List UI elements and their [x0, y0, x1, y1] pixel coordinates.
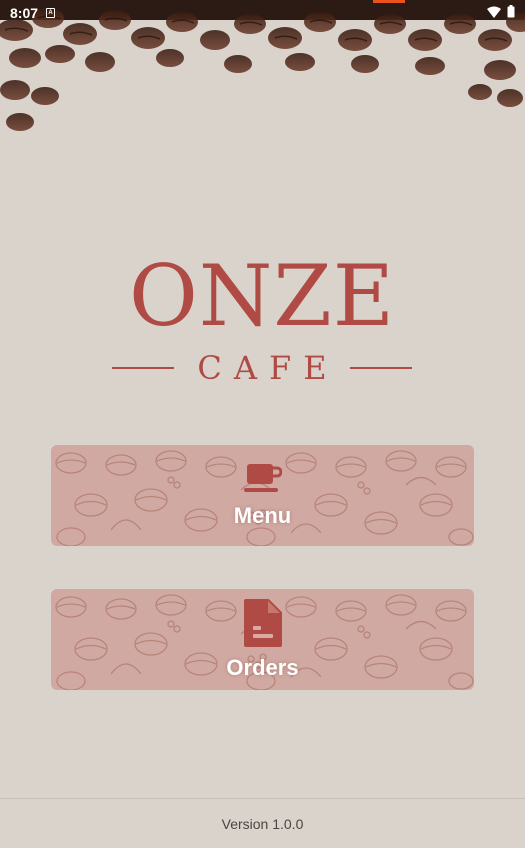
- logo-divider-left: [112, 367, 174, 369]
- menu-card-content: Menu: [51, 445, 474, 546]
- status-time: 8:07: [10, 5, 39, 21]
- wifi-icon: [487, 5, 501, 21]
- cup-icon: [243, 462, 282, 501]
- logo-sub-row: CAFE: [112, 349, 412, 387]
- menu-label: Menu: [233, 503, 292, 528]
- menu-button[interactable]: Menu: [51, 445, 474, 546]
- status-indicator: [373, 0, 405, 3]
- orders-card-content: Orders: [51, 589, 474, 690]
- logo-sub-text: CAFE: [197, 349, 339, 387]
- battery-icon: [507, 5, 515, 21]
- logo-main-text: ONZE: [128, 247, 396, 345]
- status-bar: 8:07 A: [0, 0, 525, 26]
- a-icon: A: [46, 8, 56, 18]
- onze-cafe-logo: ONZE CAFE: [112, 250, 412, 390]
- footer: Version 1.0.0: [0, 798, 525, 848]
- document-icon: [243, 598, 283, 653]
- logo-divider-right: [350, 367, 412, 369]
- version-text: Version 1.0.0: [221, 815, 304, 832]
- orders-button[interactable]: Orders: [51, 589, 474, 690]
- orders-label: Orders: [226, 655, 299, 680]
